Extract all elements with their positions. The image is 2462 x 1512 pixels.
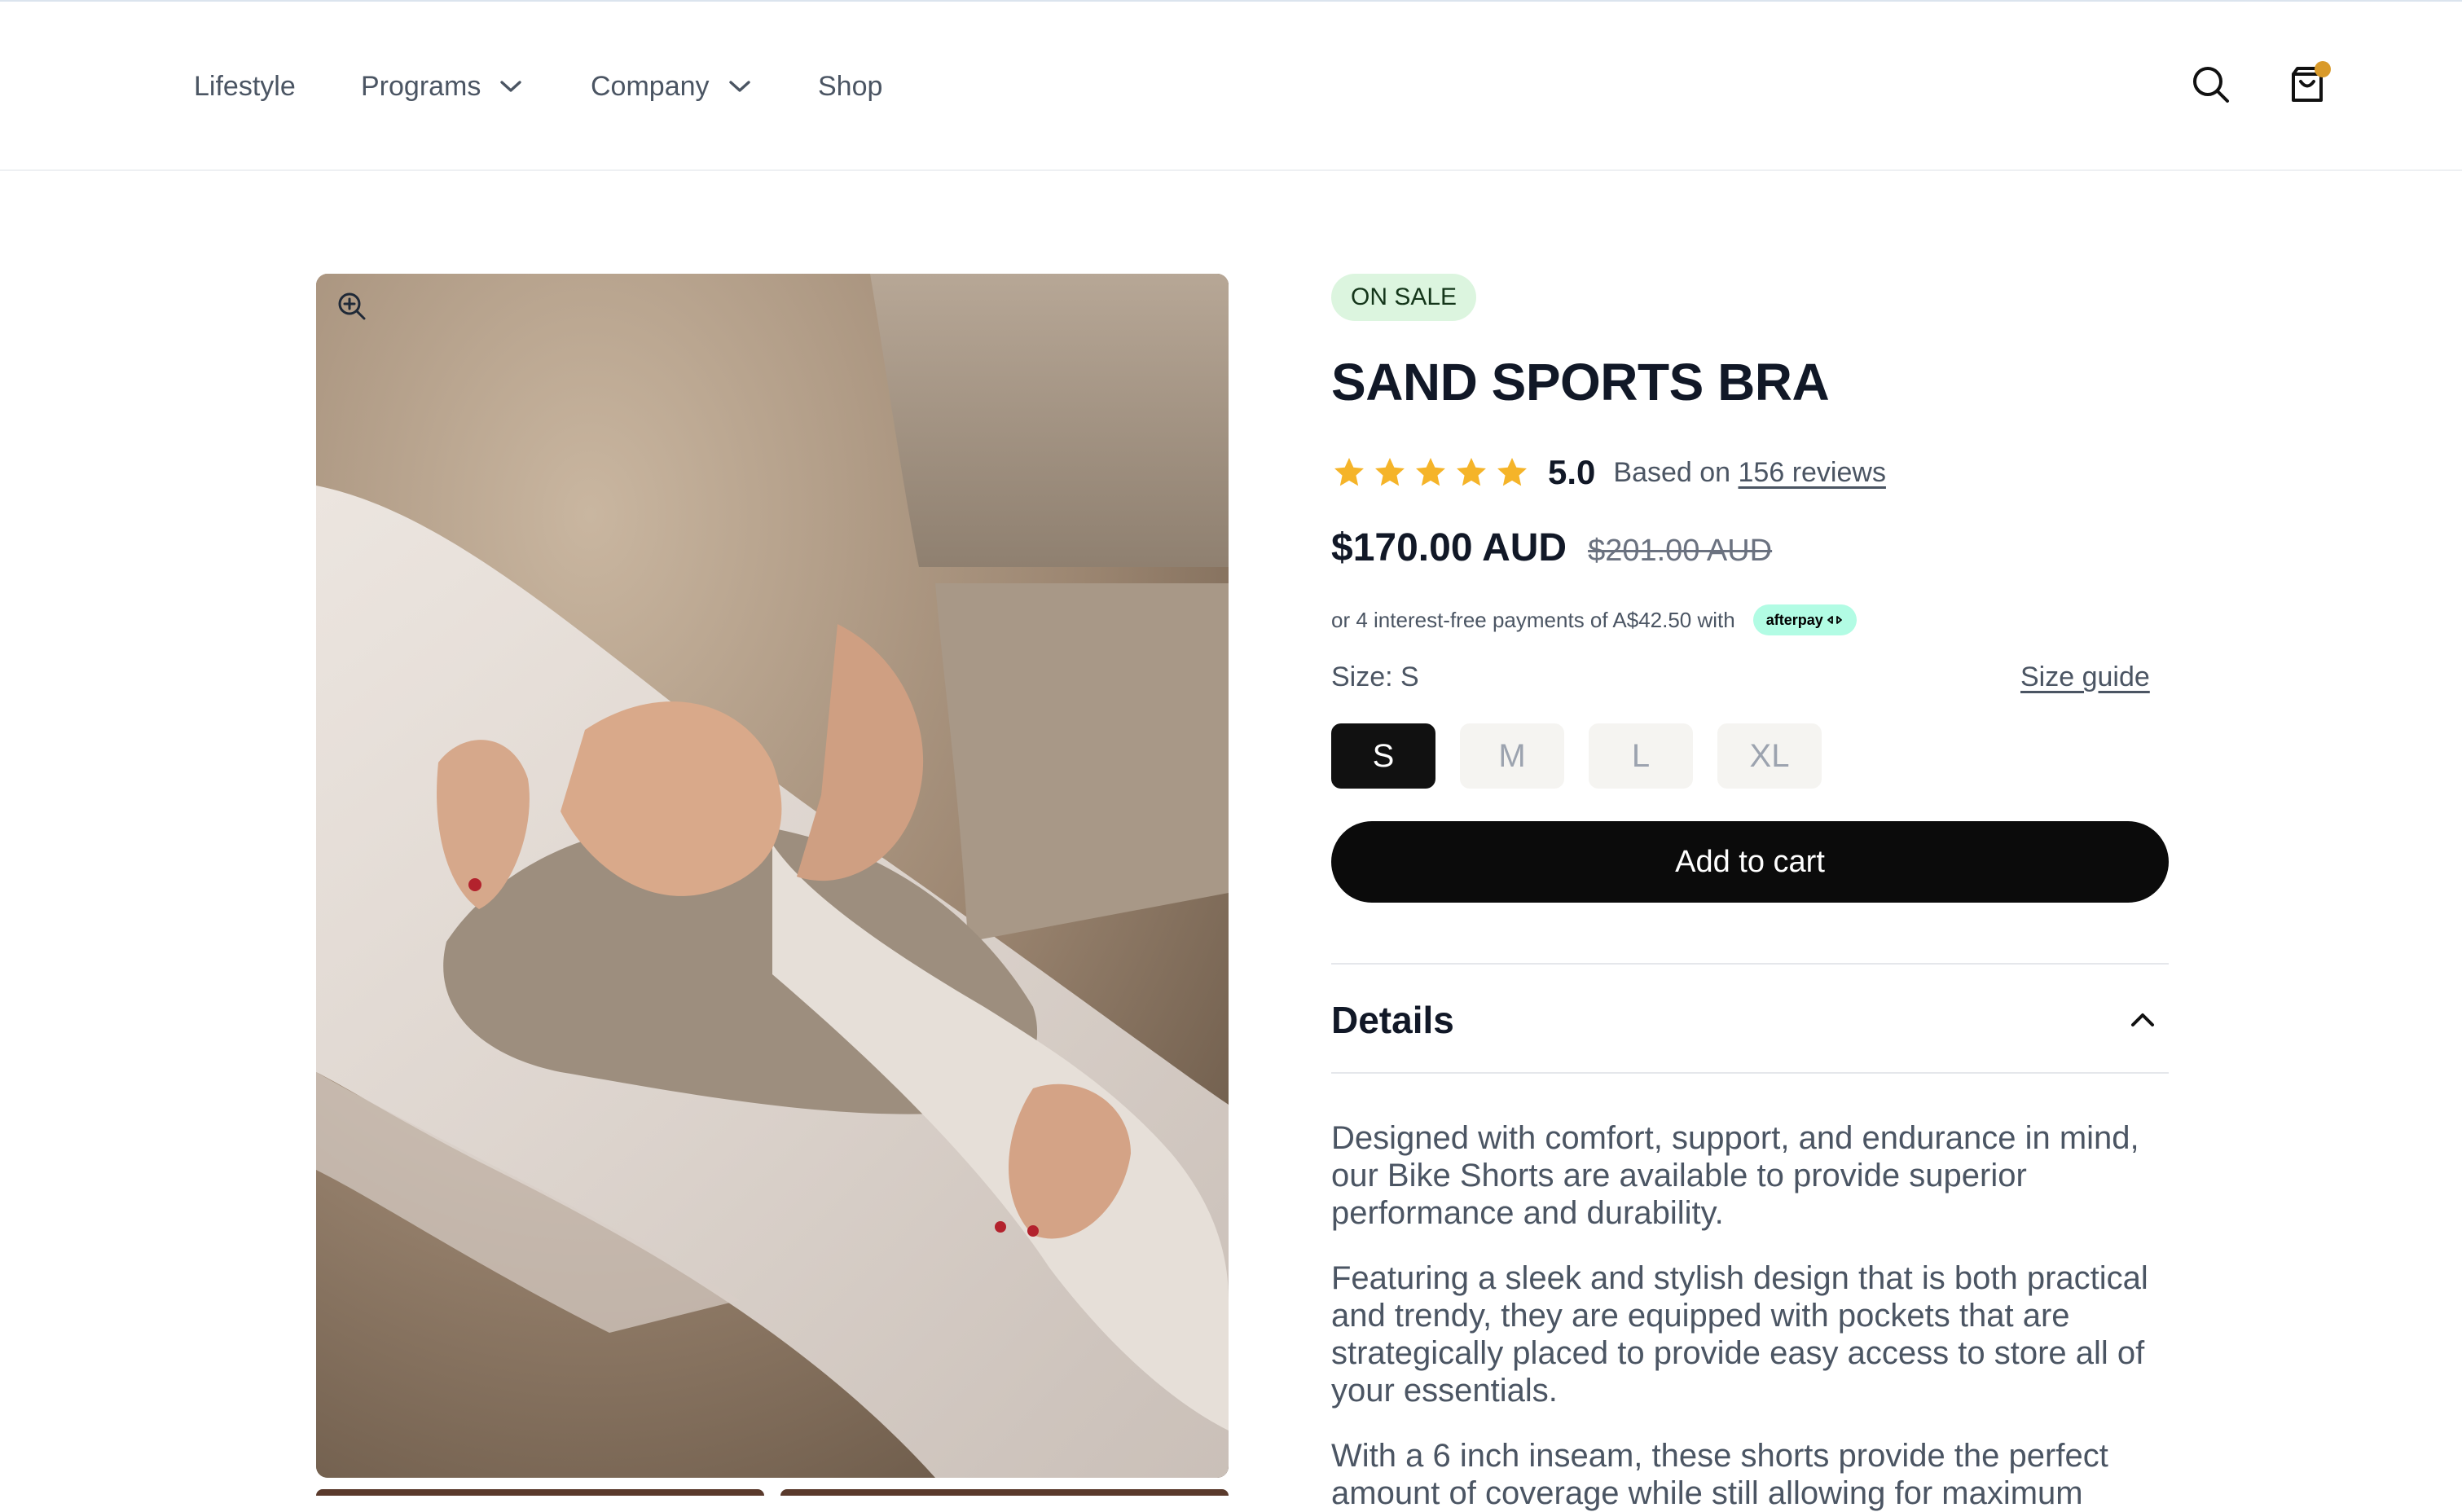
star-icon (1457, 458, 1486, 486)
details-paragraph: Designed with comfort, support, and endu… (1331, 1120, 2139, 1231)
cart-indicator-dot (2315, 61, 2331, 77)
product-photo-illustration (316, 274, 1229, 1478)
afterpay-text: or 4 interest-free payments of A$42.50 w… (1331, 607, 1735, 632)
product-image[interactable] (316, 274, 1229, 1478)
size-label: Size: S (1331, 662, 1419, 692)
price-row: $170.00 AUD $201.00 AUD (1331, 525, 1772, 570)
star-icon (1497, 458, 1527, 486)
size-option-m[interactable]: M (1460, 723, 1564, 789)
nav-item-label: Company (591, 70, 710, 102)
chevron-down-icon (728, 81, 750, 92)
nav-item-company[interactable]: Company (591, 67, 752, 106)
nav-item-label: Programs (361, 70, 481, 102)
details-paragraph: Featuring a sleek and stylish design tha… (1331, 1260, 2148, 1409)
rating-prefix: Based on (1613, 456, 1731, 488)
cart-button[interactable] (2286, 61, 2331, 106)
nav-item-label: Shop (818, 70, 883, 102)
size-option-l[interactable]: L (1589, 723, 1693, 789)
rating-summary: Based on 156 reviews (1613, 457, 1886, 489)
thumbnail-image[interactable] (780, 1489, 1229, 1496)
search-icon (2193, 67, 2229, 103)
original-price: $201.00 AUD (1588, 534, 1773, 568)
current-price: $170.00 AUD (1331, 526, 1567, 569)
details-heading[interactable]: Details (1331, 994, 1454, 1046)
divider (1331, 1072, 2169, 1074)
size-guide-link[interactable]: Size guide (2020, 658, 2150, 696)
star-icon (1334, 458, 1364, 486)
rating-row: 5.0 Based on 156 reviews (1331, 450, 1886, 495)
afterpay-logo-icon (1827, 616, 1842, 624)
sale-badge: ON SALE (1331, 274, 1477, 321)
divider (1331, 963, 2169, 965)
afterpay-row: or 4 interest-free payments of A$42.50 w… (1331, 601, 1857, 639)
add-to-cart-button[interactable]: Add to cart (1331, 821, 2169, 903)
size-options: S M L XL (1331, 723, 1822, 789)
afterpay-label: afterpay (1765, 611, 1823, 628)
rating-score: 5.0 (1548, 453, 1596, 491)
chevron-down-icon (500, 81, 522, 92)
nav-item-lifestyle[interactable]: Lifestyle (194, 67, 296, 106)
zoom-in-icon[interactable] (336, 290, 368, 323)
afterpay-badge[interactable]: afterpay (1752, 604, 1857, 635)
details-paragraph: With a 6 inch inseam, these shorts provi… (1331, 1438, 2108, 1511)
thumbnail-image[interactable] (316, 1489, 764, 1496)
size-option-xl[interactable]: XL (1717, 723, 1822, 789)
nav-item-shop[interactable]: Shop (818, 67, 882, 106)
nav-item-programs[interactable]: Programs (361, 67, 523, 106)
reviews-link[interactable]: 156 reviews (1739, 457, 1886, 488)
product-title: SAND SPORTS BRA (1331, 353, 1830, 411)
size-option-s[interactable]: S (1331, 723, 1435, 789)
star-icon (1416, 458, 1445, 486)
search-button[interactable] (2190, 64, 2232, 106)
chevron-up-icon[interactable] (2126, 1004, 2159, 1036)
site-header: Lifestyle Programs Company Shop (0, 2, 2462, 171)
star-icon (1375, 458, 1405, 486)
star-rating (1331, 455, 1530, 490)
nav-item-label: Lifestyle (194, 70, 296, 102)
